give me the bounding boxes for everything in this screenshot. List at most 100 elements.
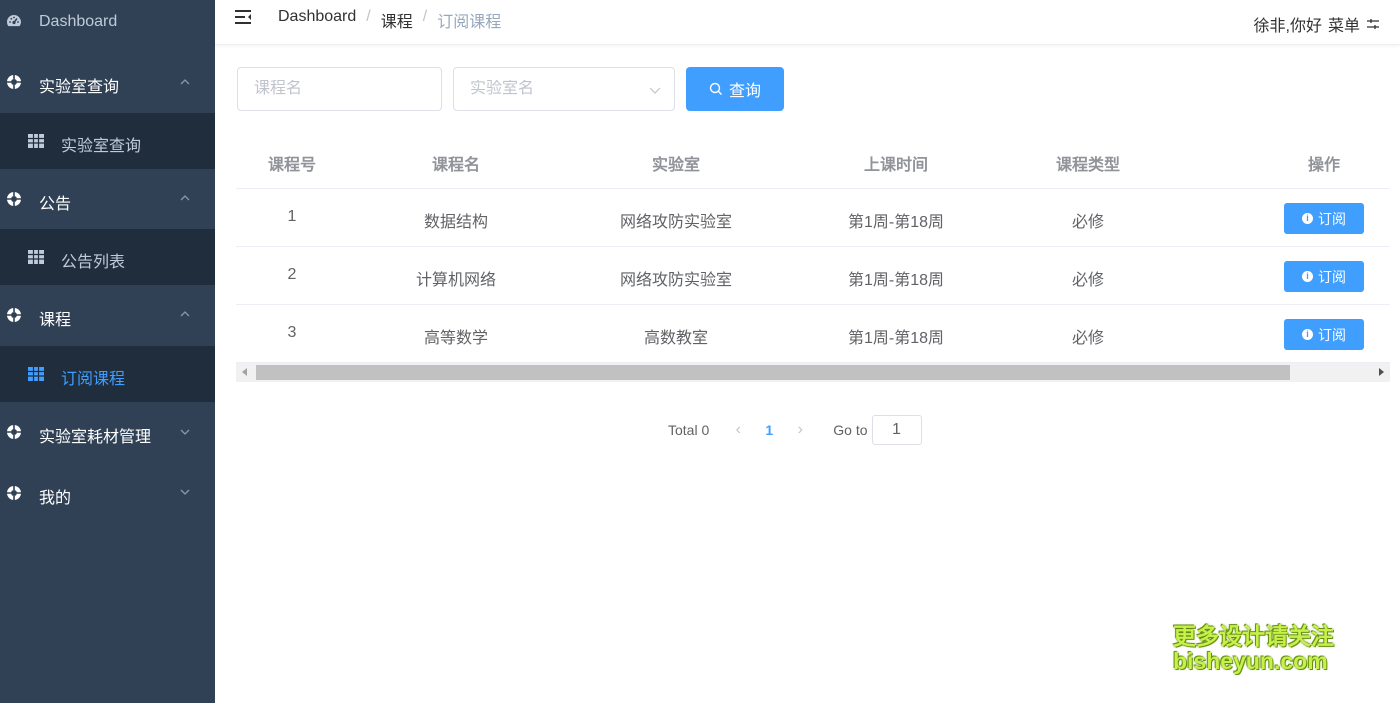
next-page-icon[interactable]: › bbox=[789, 415, 811, 445]
sidebar-group-lab-query[interactable]: 实验室查询 bbox=[0, 52, 215, 113]
settings-sliders-icon[interactable] bbox=[1366, 17, 1380, 31]
sidebar-item-label: Dashboard bbox=[39, 13, 118, 30]
lifebuoy-icon bbox=[7, 192, 21, 206]
sidebar-item-lab-query[interactable]: 实验室查询 bbox=[0, 113, 215, 169]
table-icon bbox=[28, 367, 44, 381]
chevron-up-icon bbox=[180, 311, 190, 317]
course-table: 课程号 课程名 实验室 上课时间 课程类型 操作 1 数据结构 网络攻防实验室 … bbox=[236, 133, 1390, 363]
prev-page-icon[interactable]: ‹ bbox=[727, 415, 749, 445]
table-header: 课程号 课程名 实验室 上课时间 课程类型 操作 bbox=[236, 133, 1390, 189]
cell-type: 必修 bbox=[1071, 272, 1105, 289]
chevron-down-icon bbox=[180, 489, 190, 495]
breadcrumb: Dashboard / 课程 / 订阅课程 bbox=[278, 8, 501, 32]
scrollbar-thumb[interactable] bbox=[256, 365, 1290, 380]
breadcrumb-separator: / bbox=[422, 8, 428, 25]
lifebuoy-icon bbox=[7, 486, 21, 500]
cell-lab: 网络攻防实验室 bbox=[619, 214, 733, 231]
cell-type: 必修 bbox=[1071, 330, 1105, 347]
hamburger-icon[interactable] bbox=[233, 7, 253, 27]
table-row: 3 高等数学 高数教室 第1周-第18周 必修 i 订阅 bbox=[236, 305, 1390, 363]
page-number-current[interactable]: 1 bbox=[749, 422, 789, 438]
lab-name-input[interactable] bbox=[470, 80, 674, 98]
breadcrumb-dashboard[interactable]: Dashboard bbox=[278, 8, 356, 32]
goto-page-input[interactable] bbox=[871, 415, 922, 445]
table-row: 2 计算机网络 网络攻防实验室 第1周-第18周 必修 i 订阅 bbox=[236, 247, 1390, 305]
horizontal-scrollbar[interactable] bbox=[236, 363, 1390, 382]
cell-time: 第1周-第18周 bbox=[847, 214, 945, 231]
sidebar-group-lab-supplies[interactable]: 实验室耗材管理 bbox=[0, 402, 215, 462]
sidebar-item-label: 公告 bbox=[39, 196, 72, 213]
cell-lab: 高数教室 bbox=[643, 330, 709, 347]
info-icon: i bbox=[1302, 213, 1313, 224]
column-header-type: 课程类型 bbox=[1055, 157, 1121, 174]
cell-lab: 网络攻防实验室 bbox=[619, 272, 733, 289]
subscribe-button[interactable]: i 订阅 bbox=[1284, 261, 1364, 292]
chevron-down-icon bbox=[649, 87, 661, 94]
lifebuoy-icon bbox=[7, 425, 21, 439]
search-icon bbox=[709, 82, 722, 95]
breadcrumb-separator: / bbox=[366, 8, 371, 25]
subscribe-button-label: 订阅 bbox=[1318, 326, 1346, 343]
course-name-input-wrapper bbox=[237, 67, 442, 111]
sidebar-group-notice[interactable]: 公告 bbox=[0, 169, 215, 229]
subscribe-button[interactable]: i 订阅 bbox=[1284, 203, 1364, 234]
lifebuoy-icon bbox=[7, 308, 21, 322]
cell-course-name: 高等数学 bbox=[423, 330, 489, 347]
chevron-down-icon bbox=[180, 429, 190, 435]
cell-course-id: 1 bbox=[287, 208, 297, 225]
cell-course-id: 2 bbox=[287, 266, 297, 283]
sidebar-item-dashboard[interactable]: Dashboard bbox=[0, 0, 215, 45]
user-greeting: 徐非,你好 bbox=[1253, 18, 1322, 35]
subscribe-button-label: 订阅 bbox=[1318, 268, 1346, 285]
watermark-line1: 更多设计请关注 bbox=[1173, 623, 1334, 649]
lifebuoy-icon bbox=[7, 75, 21, 89]
sidebar: Dashboard 实验室查询 实验室查询 公告 公告列表 课程 订阅课程 实验… bbox=[0, 0, 215, 703]
user-menu[interactable]: 徐非,你好 菜单 bbox=[1254, 12, 1380, 36]
column-header-course-name: 课程名 bbox=[431, 157, 481, 174]
course-name-input[interactable] bbox=[254, 80, 441, 98]
lab-name-select[interactable] bbox=[453, 67, 675, 111]
subscribe-button[interactable]: i 订阅 bbox=[1284, 319, 1364, 350]
sidebar-item-notice-list[interactable]: 公告列表 bbox=[0, 229, 215, 285]
column-header-course-id: 课程号 bbox=[267, 157, 317, 174]
sidebar-item-label: 课程 bbox=[39, 312, 72, 329]
breadcrumb-current: 订阅课程 bbox=[437, 14, 502, 31]
table-icon bbox=[28, 250, 44, 264]
sidebar-item-label: 公告列表 bbox=[61, 254, 126, 271]
sidebar-group-course[interactable]: 课程 bbox=[0, 285, 215, 346]
pagination: Total 0 ‹ 1 › Go to bbox=[668, 415, 922, 445]
dashboard-icon bbox=[7, 15, 21, 27]
table-icon bbox=[28, 134, 44, 148]
sidebar-item-label: 实验室查询 bbox=[61, 138, 142, 155]
query-button[interactable]: 查询 bbox=[686, 67, 784, 111]
scroll-right-arrow-icon[interactable] bbox=[1379, 368, 1384, 376]
cell-type: 必修 bbox=[1071, 214, 1105, 231]
query-button-label: 查询 bbox=[728, 83, 761, 100]
sidebar-item-label: 实验室查询 bbox=[39, 79, 120, 96]
subscribe-button-label: 订阅 bbox=[1318, 210, 1346, 227]
info-icon: i bbox=[1302, 271, 1313, 282]
menu-label[interactable]: 菜单 bbox=[1328, 12, 1360, 36]
sidebar-item-subscribe-course[interactable]: 订阅课程 bbox=[0, 346, 215, 402]
info-icon: i bbox=[1302, 329, 1313, 340]
chevron-up-icon bbox=[180, 79, 190, 85]
sidebar-item-label: 订阅课程 bbox=[61, 371, 126, 388]
top-navbar: Dashboard / 课程 / 订阅课程 徐非,你好 菜单 bbox=[215, 0, 1400, 45]
pagination-total: Total 0 bbox=[668, 422, 710, 438]
chevron-up-icon bbox=[180, 195, 190, 201]
column-header-lab: 实验室 bbox=[651, 157, 701, 174]
breadcrumb-course[interactable]: 课程 bbox=[381, 8, 413, 32]
sidebar-item-label: 我的 bbox=[39, 490, 72, 507]
cell-course-name: 数据结构 bbox=[423, 214, 489, 231]
cell-time: 第1周-第18周 bbox=[847, 272, 945, 289]
column-header-time: 上课时间 bbox=[863, 157, 929, 174]
scroll-left-arrow-icon[interactable] bbox=[242, 368, 247, 376]
table-row: 1 数据结构 网络攻防实验室 第1周-第18周 必修 i 订阅 bbox=[236, 189, 1390, 247]
goto-label: Go to bbox=[833, 422, 868, 438]
cell-course-name: 计算机网络 bbox=[415, 272, 497, 289]
watermark-line2: bisheyun.com bbox=[1173, 648, 1328, 675]
column-header-action: 操作 bbox=[1307, 157, 1341, 174]
sidebar-group-mine[interactable]: 我的 bbox=[0, 462, 215, 524]
cell-time: 第1周-第18周 bbox=[847, 330, 945, 347]
cell-course-id: 3 bbox=[287, 324, 297, 341]
